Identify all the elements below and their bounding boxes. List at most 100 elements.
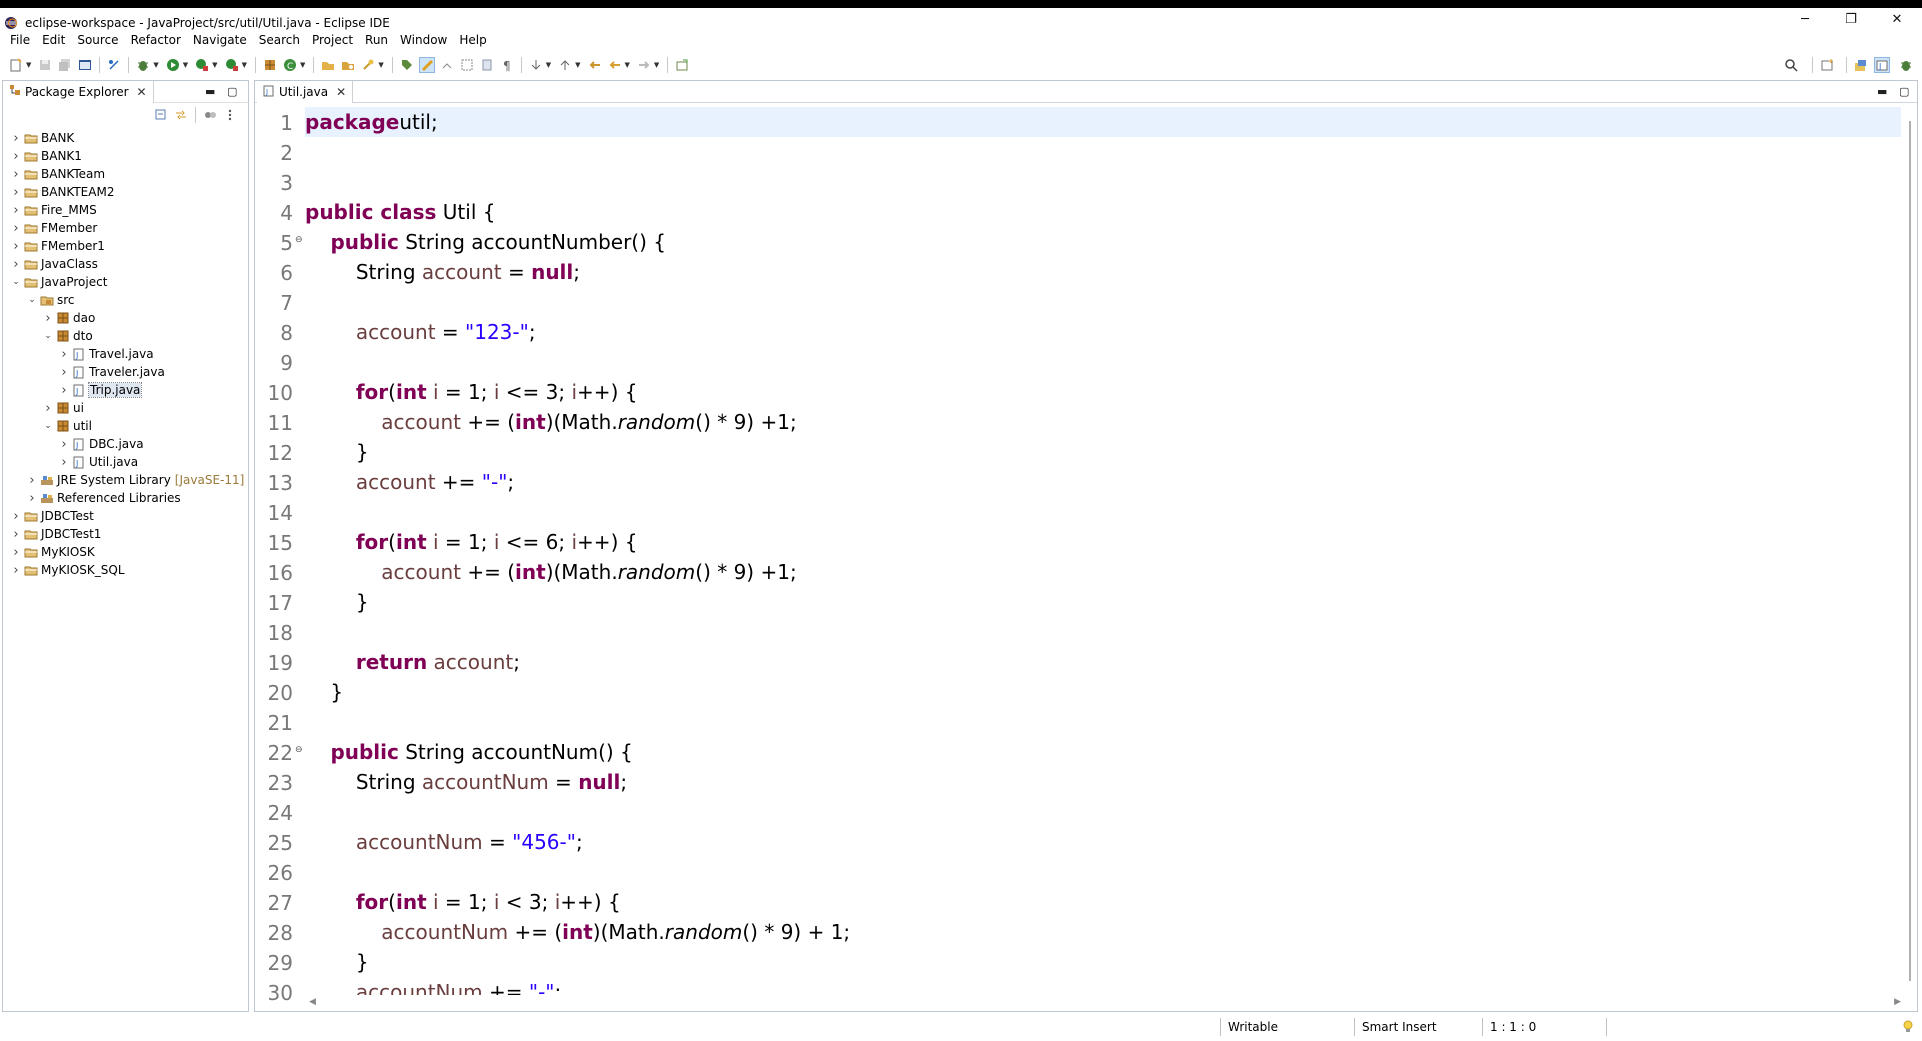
debug-dropdown-icon[interactable]: ▼ [153,61,158,69]
forward-dropdown-icon[interactable]: ▼ [654,61,659,69]
chevron-right-icon[interactable]: › [11,185,21,200]
external-tools-dropdown-icon[interactable]: ▼ [242,61,247,69]
editor-tab-util-java[interactable]: J Util.java ✕ [257,81,354,103]
previous-annotation-dropdown-icon[interactable]: ▼ [575,61,580,69]
previous-annotation-icon[interactable] [557,57,573,73]
java-perspective-icon[interactable]: J [1874,57,1890,73]
lightbulb-icon[interactable] [1902,1020,1914,1037]
new-java-class-icon[interactable]: C [282,57,298,73]
search-tool-icon[interactable] [360,57,376,73]
chevron-down-icon[interactable]: ⌄ [43,421,53,431]
open-task-icon[interactable] [340,57,356,73]
scroll-right-icon[interactable]: ▶ [1894,997,1901,1007]
quick-access-search-icon[interactable] [1783,57,1799,73]
next-annotation-icon[interactable] [528,57,544,73]
chevron-right-icon[interactable]: › [59,455,69,470]
maximize-editor-icon[interactable]: ▢ [1899,85,1909,98]
chevron-right-icon[interactable]: › [11,203,21,218]
collapse-all-icon[interactable] [153,107,169,123]
external-tools-icon[interactable] [224,57,240,73]
mark-occurrences-icon[interactable] [418,57,435,73]
menu-navigate[interactable]: Navigate [187,33,253,47]
chevron-right-icon[interactable]: › [11,563,21,578]
tree-item[interactable]: ⌄ JavaProject [3,273,248,291]
run-dropdown-icon[interactable]: ▼ [183,61,188,69]
minimize-button[interactable]: ─ [1782,8,1828,30]
tree-item[interactable]: › Referenced Libraries [3,489,248,507]
menu-file[interactable]: File [4,33,36,47]
chevron-right-icon[interactable]: › [11,257,21,272]
chevron-down-icon[interactable]: ⌄ [43,331,53,341]
code-text-area[interactable]: packageutil; public class Util { public S… [305,105,1905,995]
chevron-right-icon[interactable]: › [11,221,21,236]
tree-item[interactable]: › J Travel.java [3,345,248,363]
tree-item[interactable]: › BANKTeam [3,165,248,183]
tree-item[interactable]: › MyKIOSK_SQL [3,561,248,579]
run-icon[interactable] [165,57,181,73]
tree-item[interactable]: › J Trip.java [3,381,248,399]
scroll-left-icon[interactable]: ◀ [309,997,316,1007]
chevron-down-icon[interactable]: ⌄ [27,295,37,305]
restore-button[interactable]: ❐ [1828,8,1874,30]
next-annotation-dropdown-icon[interactable]: ▼ [546,61,551,69]
show-whitespace-icon[interactable] [439,57,455,73]
save-all-icon[interactable] [57,57,73,73]
link-with-editor-icon[interactable] [173,107,189,123]
close-button[interactable]: ✕ [1874,8,1920,30]
chevron-right-icon[interactable]: › [43,311,53,326]
chevron-right-icon[interactable]: › [59,437,69,452]
tree-item[interactable]: ⌄ util [3,417,248,435]
chevron-right-icon[interactable]: › [59,347,69,362]
close-icon[interactable]: ✕ [336,85,346,99]
search-tool-dropdown-icon[interactable]: ▼ [378,61,383,69]
tree-item[interactable]: › BANK1 [3,147,248,165]
tree-item[interactable]: › FMember [3,219,248,237]
java-ee-perspective-icon[interactable] [1852,57,1868,73]
chevron-right-icon[interactable]: › [59,365,69,380]
chevron-right-icon[interactable]: › [27,491,37,506]
menu-search[interactable]: Search [253,33,306,47]
new-icon[interactable] [8,57,24,73]
tree-item[interactable]: › Fire_MMS [3,201,248,219]
save-icon[interactable] [37,57,53,73]
pilcrow-icon[interactable]: ¶ [499,57,515,73]
chevron-right-icon[interactable]: › [11,167,21,182]
tree-item[interactable]: › JRE System Library [JavaSE-11] [3,471,248,489]
tree-item[interactable]: › dao [3,309,248,327]
skip-breakpoints-icon[interactable] [106,57,122,73]
chevron-right-icon[interactable]: › [11,527,21,542]
debug-perspective-icon[interactable] [1898,57,1914,73]
fold-toggle-icon[interactable]: ⊖ [295,235,305,245]
chevron-right-icon[interactable]: › [11,545,21,560]
tree-item[interactable]: › MyKIOSK [3,543,248,561]
back-icon[interactable] [607,57,623,73]
new-java-package-icon[interactable] [262,57,278,73]
view-menu-icon[interactable] [222,107,238,123]
terminal-icon[interactable] [77,57,93,73]
tree-item[interactable]: › ui [3,399,248,417]
open-type-icon[interactable] [320,57,336,73]
menu-help[interactable]: Help [453,33,492,47]
chevron-down-icon[interactable]: ⌄ [11,277,21,287]
tree-item[interactable]: › JavaClass [3,255,248,273]
back-dropdown-icon[interactable]: ▼ [625,61,630,69]
minimize-editor-icon[interactable]: ▬ [1877,85,1887,98]
open-perspective-icon[interactable] [1820,57,1836,73]
block-selection-icon[interactable] [459,57,475,73]
chevron-right-icon[interactable]: › [43,401,53,416]
chevron-right-icon[interactable]: › [59,383,69,398]
tree-item[interactable]: › BANKTEAM2 [3,183,248,201]
package-explorer-tab[interactable]: Package Explorer ✕ [3,80,154,103]
menu-window[interactable]: Window [394,33,453,47]
tree-item[interactable]: ⌄ dto [3,327,248,345]
menu-run[interactable]: Run [359,33,394,47]
new-java-class-dropdown-icon[interactable]: ▼ [300,61,305,69]
vertical-scrollbar[interactable] [1909,121,1911,981]
focus-on-active-task-icon[interactable] [202,107,218,123]
tree-item[interactable]: › BANK [3,129,248,147]
coverage-dropdown-icon[interactable]: ▼ [212,61,217,69]
coverage-icon[interactable] [194,57,210,73]
fold-toggle-icon[interactable]: ⊖ [295,745,305,755]
chevron-right-icon[interactable]: › [11,239,21,254]
new-dropdown-icon[interactable]: ▼ [26,61,31,69]
